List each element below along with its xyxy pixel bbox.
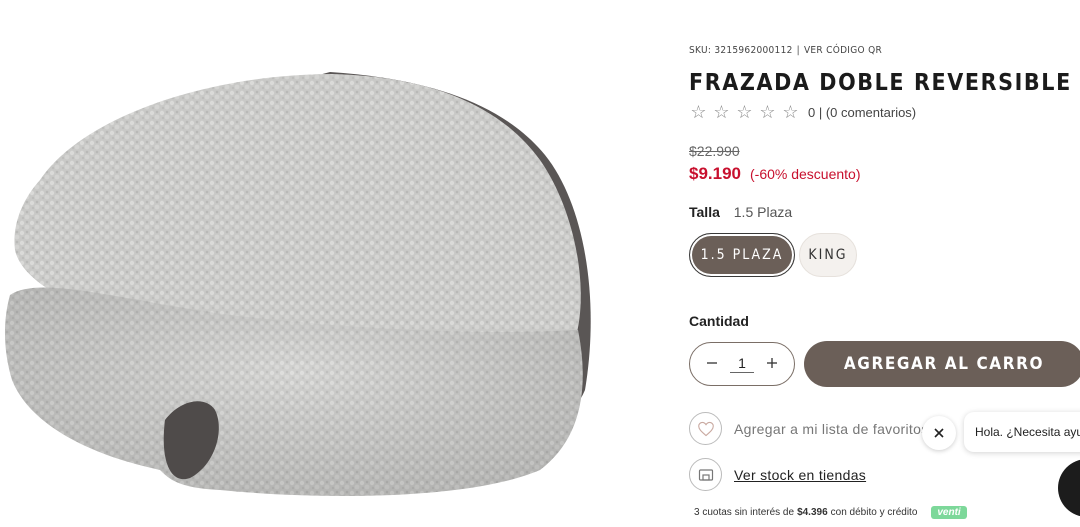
- chat-greeting-bubble[interactable]: Hola. ¿Necesita ayuda?: [964, 412, 1080, 452]
- installments-prefix: 3 cuotas sin interés de: [694, 507, 795, 518]
- heart-icon: [689, 412, 722, 445]
- star-rating: ☆ ☆ ☆ ☆ ☆: [689, 103, 800, 121]
- sale-price: $9.190: [689, 164, 741, 183]
- sku-text: SKU: 3215962000112: [689, 45, 793, 56]
- size-option-1-5-plaza[interactable]: 1.5 PLAZA: [689, 233, 795, 277]
- wishlist-link[interactable]: Agregar a mi lista de favoritos: [734, 421, 929, 437]
- product-image[interactable]: [0, 60, 600, 520]
- quantity-input[interactable]: 1: [730, 355, 754, 373]
- wishlist-row[interactable]: Agregar a mi lista de favoritos: [689, 412, 929, 445]
- plus-icon[interactable]: [764, 354, 780, 374]
- original-price: $22.990: [689, 143, 740, 159]
- minus-icon[interactable]: [704, 354, 720, 374]
- store-icon: [689, 458, 722, 491]
- stock-link[interactable]: Ver stock en tiendas: [734, 467, 866, 483]
- installments-info: 3 cuotas sin interés de $4.396 con débit…: [694, 506, 967, 519]
- star-icon: ☆: [782, 102, 799, 122]
- size-row: Talla 1.5 Plaza: [689, 204, 792, 220]
- chat-close-button[interactable]: [922, 416, 956, 450]
- price-row: $9.190 (-60% descuento): [689, 164, 861, 184]
- close-icon: [934, 428, 944, 438]
- star-icon: ☆: [759, 102, 776, 122]
- size-label: Talla: [689, 204, 720, 220]
- rating-row[interactable]: ☆ ☆ ☆ ☆ ☆ 0 | (0 comentarios): [689, 103, 916, 121]
- sku-line: SKU: 3215962000112 | VER CÓDIGO QR: [689, 45, 882, 56]
- quantity-stepper: 1: [689, 342, 795, 386]
- size-options: 1.5 PLAZA KING: [689, 233, 857, 277]
- size-selected-value: 1.5 Plaza: [733, 204, 793, 220]
- discount-label: (-60% descuento): [750, 166, 861, 182]
- reviews-count[interactable]: 0 | (0 comentarios): [808, 105, 916, 120]
- installments-amount: $4.396: [797, 507, 828, 518]
- quantity-label: Cantidad: [689, 313, 749, 329]
- stock-row[interactable]: Ver stock en tiendas: [689, 458, 866, 491]
- size-option-king[interactable]: KING: [799, 233, 857, 277]
- sku-separator: |: [796, 45, 800, 56]
- qr-code-link[interactable]: VER CÓDIGO QR: [804, 45, 882, 56]
- star-icon: ☆: [690, 102, 707, 122]
- blanket-illustration: [4, 72, 591, 496]
- star-icon: ☆: [713, 102, 730, 122]
- add-to-cart-button[interactable]: AGREGAR AL CARRO: [804, 341, 1080, 387]
- product-title: FRAZADA DOBLE REVERSIBLE: [689, 70, 1072, 96]
- star-icon: ☆: [736, 102, 753, 122]
- installments-suffix: con débito y crédito: [830, 507, 918, 518]
- venti-badge: venti: [931, 506, 967, 519]
- chat-greeting-text: Hola. ¿Necesita ayuda?: [975, 425, 1080, 439]
